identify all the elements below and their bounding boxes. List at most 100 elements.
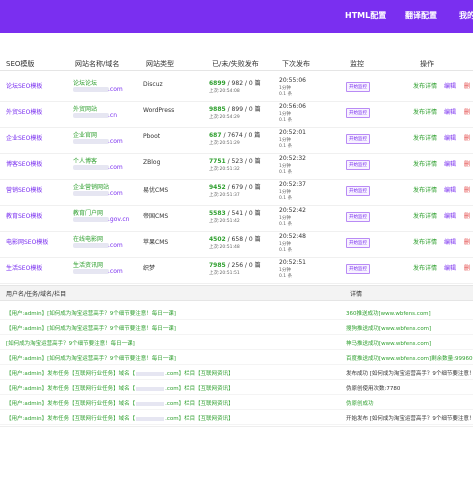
next-publish-time: 20:52:51 [279, 259, 306, 266]
seo-template-link[interactable]: 营销SEO模板 [6, 185, 42, 194]
site-type: 帝国CMS [143, 213, 169, 220]
site-title: 生活资讯网 [73, 262, 104, 269]
publish-stats: 687 / 7674 / 0 篇 [209, 132, 261, 139]
publish-count: 0.1 条 [279, 118, 293, 123]
publish-count: 0.1 条 [279, 144, 293, 149]
publish-stats: 7751 / 523 / 0 篇 [209, 158, 261, 165]
seo-template-link[interactable]: 企业SEO模板 [6, 133, 42, 142]
domain-redacted [73, 269, 109, 274]
publish-stats: 5583 / 541 / 0 篇 [209, 210, 261, 217]
domain-tld[interactable]: .cn [108, 112, 117, 119]
edit-link[interactable]: 编辑 [444, 159, 456, 168]
delete-link[interactable]: 删 [464, 159, 470, 168]
publish-detail-link[interactable]: 发布详情 [413, 263, 437, 272]
domain-tld[interactable]: .gov.cn [108, 216, 129, 223]
col-header-next-publish: 下次发布 [282, 60, 310, 68]
start-monitor-button[interactable]: 开始监控 [346, 134, 370, 144]
edit-link[interactable]: 编辑 [444, 107, 456, 116]
start-monitor-button[interactable]: 开始监控 [346, 264, 370, 274]
publish-stats: 7985 / 256 / 0 篇 [209, 262, 261, 269]
start-monitor-button[interactable]: 开始监控 [346, 186, 370, 196]
delete-link[interactable]: 删 [464, 133, 470, 142]
log-row: 【用户:admin】发布任务【互联网行业任务】域名【 .com】栏目【互联网资讯】… [0, 365, 473, 380]
log-task: 【用户:admin】发布任务【互联网行业任务】域名【 .com】栏目【互联网资讯】 [6, 401, 234, 407]
publish-detail-link[interactable]: 发布详情 [413, 185, 437, 194]
publish-stats: 9452 / 679 / 0 篇 [209, 184, 261, 191]
domain-tld[interactable]: .com [108, 138, 123, 145]
last-publish-time: 上次:20:51:51 [209, 271, 240, 276]
col-header-site-name: 网站名称/域名 [75, 60, 120, 68]
seo-template-link[interactable]: 论坛SEO模板 [6, 81, 42, 90]
seo-template-link[interactable]: 生活SEO模板 [6, 263, 42, 272]
edit-link[interactable]: 编辑 [444, 263, 456, 272]
nav-html-config[interactable]: HTML配置 [345, 10, 386, 21]
nav-comment-config[interactable]: 翻译配置 [405, 10, 437, 21]
seo-template-link[interactable]: 电影网SEO模板 [6, 237, 48, 246]
domain-redacted [73, 165, 109, 170]
delete-link[interactable]: 删 [464, 263, 470, 272]
start-monitor-button[interactable]: 开始监控 [346, 160, 370, 170]
last-publish-time: 上次:20:54:29 [209, 115, 240, 120]
site-title: 外贸网站 [73, 106, 98, 113]
seo-template-link[interactable]: 教育SEO模板 [6, 211, 42, 220]
start-monitor-button[interactable]: 开始监控 [346, 82, 370, 92]
domain-tld[interactable]: .com [108, 190, 123, 197]
table-row: 生活SEO模板 生活资讯网 .com 织梦 7985 / 256 / 0 篇上次:20:… [0, 257, 473, 284]
next-publish-time: 20:56:06 [279, 103, 306, 110]
start-monitor-button[interactable]: 开始监控 [346, 212, 370, 222]
domain-tld[interactable]: .com [108, 164, 123, 171]
publish-detail-link[interactable]: 发布详情 [413, 159, 437, 168]
next-publish-time: 20:52:01 [279, 129, 306, 136]
domain-tld[interactable]: .com [108, 268, 123, 275]
site-title: 在线电影网 [73, 236, 104, 243]
seo-template-link[interactable]: 博客SEO模板 [6, 159, 42, 168]
domain-redacted [73, 87, 109, 92]
publish-detail-link[interactable]: 发布详情 [413, 81, 437, 90]
delete-link[interactable]: 删 [464, 81, 470, 90]
log-task: 【用户:admin】[如何成为淘宝运营高手？9个细节要注意！每日一课] [6, 326, 176, 332]
publish-count: 0.1 条 [279, 196, 293, 201]
publish-stats: 6899 / 982 / 0 篇 [209, 80, 261, 87]
seo-template-link[interactable]: 外贸SEO模板 [6, 107, 42, 116]
col-header-published: 已/未/失败发布 [212, 60, 259, 68]
edit-link[interactable]: 编辑 [444, 211, 456, 220]
site-type: 织梦 [143, 265, 156, 272]
domain-redacted [73, 139, 109, 144]
publish-stats: 4502 / 658 / 0 篇 [209, 236, 261, 243]
log-header: 用户名/任务/域名/栏目 详情 [0, 285, 473, 301]
start-monitor-button[interactable]: 开始监控 [346, 108, 370, 118]
start-monitor-button[interactable]: 开始监控 [346, 238, 370, 248]
table-row: 外贸SEO模板 外贸网站 .cn WordPress 9885 / 899 / 0 篇上… [0, 101, 473, 128]
delete-link[interactable]: 删 [464, 211, 470, 220]
publish-detail-link[interactable]: 发布详情 [413, 237, 437, 246]
domain-tld[interactable]: .com [108, 86, 123, 93]
log-row: 【用户:admin】发布任务【互联网行业任务】域名【 .com】栏目【互联网资讯】… [0, 395, 473, 410]
edit-link[interactable]: 编辑 [444, 81, 456, 90]
edit-link[interactable]: 编辑 [444, 133, 456, 142]
domain-tld[interactable]: .com [108, 242, 123, 249]
log-row: 【用户:admin】发布任务【互联网行业任务】域名【 .com】栏目【互联网资讯】… [0, 410, 473, 425]
publish-count: 0.1 条 [279, 248, 293, 253]
publish-detail-link[interactable]: 发布详情 [413, 107, 437, 116]
col-header-actions: 操作 [420, 60, 434, 68]
site-title: 个人博客 [73, 158, 98, 165]
publish-count: 0.1 条 [279, 170, 293, 175]
site-type: Pboot [143, 133, 161, 140]
delete-link[interactable]: 删 [464, 237, 470, 246]
site-type: 苹果CMS [143, 239, 169, 246]
delete-link[interactable]: 删 [464, 107, 470, 116]
site-type: Discuz [143, 81, 163, 88]
delete-link[interactable]: 删 [464, 185, 470, 194]
log-row: 【用户:admin】[如何成为淘宝运营高手？9个细节要注意！每日一课] 360推送… [0, 305, 473, 320]
publish-detail-link[interactable]: 发布详情 [413, 211, 437, 220]
edit-link[interactable]: 编辑 [444, 185, 456, 194]
col-header-site-type: 网站类型 [146, 60, 174, 68]
log-row: 【用户:admin】发布任务【互联网行业任务】域名【 .com】栏目【互联网资讯】… [0, 380, 473, 395]
nav-other[interactable]: 我的 [459, 10, 473, 21]
table-row: 营销SEO模板 企业营销网站 .com 易优CMS 9452 / 679 / 0 篇上次… [0, 179, 473, 206]
publish-detail-link[interactable]: 发布详情 [413, 133, 437, 142]
site-title: 教育门户网 [73, 210, 104, 217]
edit-link[interactable]: 编辑 [444, 237, 456, 246]
last-publish-time: 上次:20:51:37 [209, 193, 240, 198]
site-type: 易优CMS [143, 187, 169, 194]
